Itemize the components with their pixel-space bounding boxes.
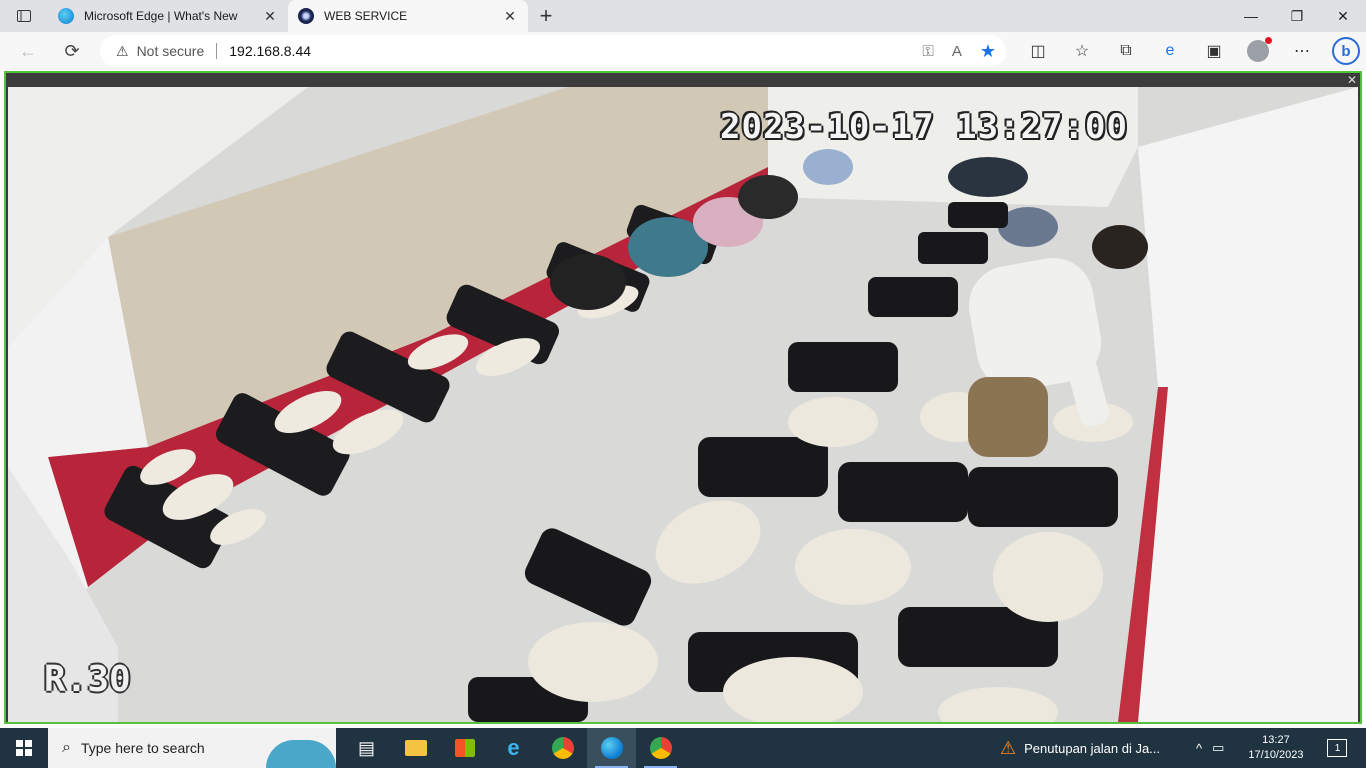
restore-button[interactable]: ❐: [1274, 0, 1320, 32]
camera-viewer: ✕ 2023-10-17 13:27:00 R.30: [4, 71, 1362, 724]
warning-icon[interactable]: ⚠: [116, 43, 129, 60]
viewer-close-icon[interactable]: ✕: [1346, 73, 1358, 87]
browser-essentials-icon[interactable]: ▣: [1192, 32, 1236, 70]
page-content: ✕ 2023-10-17 13:27:00 R.30: [0, 70, 1366, 728]
read-aloud-icon[interactable]: A: [952, 43, 962, 60]
security-status[interactable]: Not secure: [137, 43, 205, 59]
viewer-header: [6, 73, 1360, 87]
profile-button[interactable]: [1236, 32, 1280, 70]
address-bar[interactable]: ⚠ Not secure 192.168.8.44 ⚿ A ★: [100, 35, 1006, 67]
tab-title: WEB SERVICE: [324, 9, 408, 23]
window-controls: — ❐ ✕: [1228, 0, 1366, 32]
classroom-scene: [8, 87, 1358, 722]
camera-icon: [298, 8, 314, 24]
tab-title: Microsoft Edge | What's New: [84, 9, 238, 23]
task-view-icon[interactable]: ▤: [342, 728, 391, 768]
tab-web-service[interactable]: WEB SERVICE ✕: [288, 0, 528, 32]
tab-edge-whats-new[interactable]: Microsoft Edge | What's New ✕: [48, 0, 288, 32]
camera-label-overlay: R.30: [44, 659, 131, 700]
edge-icon[interactable]: [587, 728, 636, 768]
tab-actions-button[interactable]: [0, 0, 48, 32]
browser-toolbar: ◫ ☆ ⧉ e ▣ ⋯ b: [1016, 32, 1366, 70]
url-text[interactable]: 192.168.8.44: [229, 43, 311, 59]
system-tray: ^ ▭ 13:27 17/10/2023 1: [1196, 728, 1361, 768]
omnibox-icons: ⚿ A ★: [922, 35, 996, 67]
favorite-star-icon[interactable]: ★: [980, 41, 996, 62]
clock[interactable]: 13:27 17/10/2023: [1248, 733, 1303, 763]
profile-icon: [1247, 37, 1272, 62]
refresh-button[interactable]: ⟳: [52, 35, 92, 67]
news-text: Penutupan jalan di Ja...: [1024, 740, 1161, 756]
taskbar: ⌕ Type here to search ▤ e ⚠ Penutupan ja…: [0, 728, 1366, 768]
store-icon[interactable]: [440, 728, 489, 768]
windows-icon: [16, 740, 32, 756]
split-screen-icon[interactable]: ◫: [1016, 32, 1060, 70]
search-placeholder: Type here to search: [80, 740, 205, 756]
clock-date: 17/10/2023: [1248, 749, 1304, 761]
tab-actions-icon: [17, 10, 31, 22]
file-explorer-icon[interactable]: [391, 728, 440, 768]
collections-icon[interactable]: ⧉: [1104, 32, 1148, 70]
password-key-icon[interactable]: ⚿: [922, 43, 933, 60]
close-button[interactable]: ✕: [1320, 0, 1366, 32]
internet-explorer-icon[interactable]: e: [489, 728, 538, 768]
navigation-bar: ← ⟳ ⚠ Not secure 192.168.8.44 ⚿ A ★ ◫ ☆ …: [0, 32, 1366, 70]
network-icon[interactable]: ▭: [1212, 740, 1224, 756]
minimize-button[interactable]: —: [1228, 0, 1274, 32]
news-widget[interactable]: ⚠ Penutupan jalan di Ja...: [1000, 728, 1160, 768]
tab-close-icon[interactable]: ✕: [502, 8, 518, 24]
pinned-apps: ▤ e: [342, 728, 685, 768]
favorites-icon[interactable]: ☆: [1060, 32, 1104, 70]
taskbar-search[interactable]: ⌕ Type here to search: [48, 728, 336, 768]
chrome-icon[interactable]: [538, 728, 587, 768]
bing-button[interactable]: b: [1324, 32, 1366, 70]
chrome-profile-icon[interactable]: [636, 728, 685, 768]
tab-strip: Microsoft Edge | What's New ✕ WEB SERVIC…: [0, 0, 1366, 32]
edge-bar-icon[interactable]: e: [1148, 32, 1192, 70]
search-highlight-icon: [266, 740, 336, 768]
more-icon[interactable]: ⋯: [1280, 32, 1324, 70]
notification-icon[interactable]: 1: [1327, 739, 1348, 757]
timestamp-overlay: 2023-10-17 13:27:00: [720, 107, 1128, 147]
bing-icon: b: [1332, 37, 1360, 65]
edge-icon: [58, 8, 74, 24]
tab-close-icon[interactable]: ✕: [262, 8, 278, 24]
search-icon: ⌕: [62, 739, 71, 756]
camera-feed[interactable]: 2023-10-17 13:27:00 R.30: [8, 87, 1358, 722]
clock-time: 13:27: [1262, 734, 1290, 746]
chevron-up-icon[interactable]: ^: [1196, 741, 1202, 756]
divider: [216, 43, 218, 59]
start-button[interactable]: [0, 728, 48, 768]
back-button[interactable]: ←: [8, 35, 48, 67]
traffic-alert-icon: ⚠: [1000, 737, 1017, 758]
new-tab-button[interactable]: +: [528, 0, 564, 32]
